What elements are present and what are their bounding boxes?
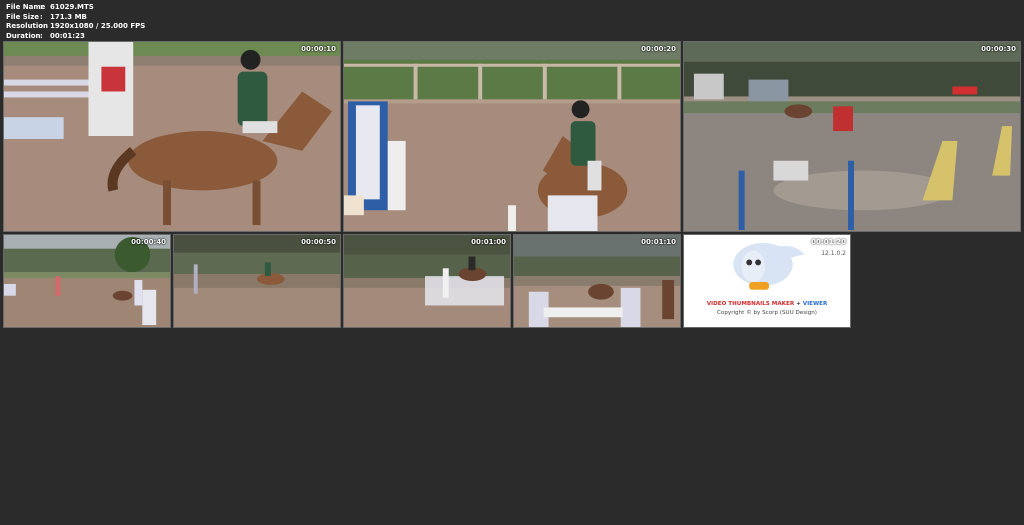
timestamp: 00:00:30 — [981, 45, 1016, 53]
version-text: 12.1.0.2 — [821, 250, 846, 257]
thumbnail-3[interactable]: 00:00:30 — [683, 41, 1021, 232]
video-frame-arena — [684, 42, 1020, 231]
thumbnail-4[interactable]: 00:00:40 — [3, 234, 171, 328]
timestamp: 00:00:40 — [131, 238, 166, 246]
video-frame-riders — [4, 42, 340, 231]
resolution-row: Resolution : 1920x1080 / 25.000 FPS — [6, 22, 145, 32]
video-frame-arena — [4, 235, 170, 327]
brand-part1: VIDEO THUMBNAILS MAKER — [706, 301, 795, 307]
thumbnail-5[interactable]: 00:00:50 — [173, 234, 341, 328]
resolution-value: 1920x1080 / 25.000 FPS — [50, 22, 146, 31]
file-name-value: 61029.MTS — [50, 3, 94, 11]
file-size-row: File Size : 171.3 MB — [6, 13, 145, 23]
separator: : — [40, 22, 43, 31]
resolution-label: Resolution — [6, 22, 49, 31]
video-frame-rider — [174, 235, 340, 327]
file-info: File Name : 61029.MTS File Size : 171.3 … — [6, 3, 145, 42]
thumbnail-2[interactable]: 00:00:20 — [343, 41, 681, 232]
file-size-value: 171.3 MB — [50, 12, 87, 21]
video-frame-jump — [344, 235, 510, 327]
file-size-label: File Size — [6, 12, 40, 21]
thumbnail-6[interactable]: 00:01:00 — [343, 234, 511, 328]
thumbnail-logo[interactable]: 00:01:20 12.1.0.2 VIDEO THUMBNAILS MAKER… — [683, 234, 851, 328]
timestamp: 00:01:20 — [811, 238, 846, 246]
thumbnail-1[interactable]: 00:00:10 — [3, 41, 341, 232]
timestamp: 00:01:10 — [641, 238, 676, 246]
separator: : — [40, 3, 43, 11]
brand-plus: + — [794, 301, 803, 307]
file-name-row: File Name : 61029.MTS — [6, 3, 145, 13]
timestamp: 00:00:50 — [301, 238, 336, 246]
timestamp: 00:00:10 — [301, 45, 336, 53]
separator: : — [40, 12, 43, 21]
video-frame-jump — [514, 235, 680, 327]
copyright-text: Copyright © by Scorp (SUU Design) — [717, 310, 817, 316]
thumbnail-7[interactable]: 00:01:10 — [513, 234, 681, 328]
timestamp: 00:01:00 — [471, 238, 506, 246]
timestamp: 00:00:20 — [641, 45, 676, 53]
brand-part2: VIEWER — [802, 301, 828, 307]
video-frame-riders — [344, 42, 680, 231]
file-name-label: File Name — [6, 3, 46, 11]
brand-text: VIDEO THUMBNAILS MAKER + VIEWER — [684, 301, 850, 307]
